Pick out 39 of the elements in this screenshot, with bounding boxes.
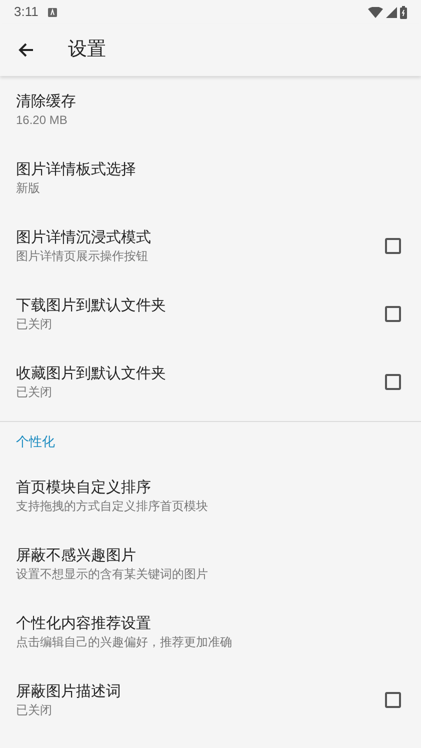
status-time: 3:11 — [14, 3, 38, 22]
settings-item[interactable]: 图片详情板式选择 新版 — [0, 144, 421, 212]
item-title: 下载图片到默认文件夹 — [16, 296, 166, 316]
item-title: 屏蔽不感兴趣图片 — [16, 546, 137, 566]
checkbox[interactable] — [385, 374, 401, 390]
signal-icon — [386, 6, 397, 18]
notification-icon — [48, 8, 58, 16]
item-summary: 已关闭 — [16, 384, 53, 400]
item-title: 清除缓存 — [16, 92, 76, 112]
item-title: 个性化内容推荐设置 — [16, 614, 152, 634]
settings-item[interactable]: 图片详情沉浸式模式 图片详情页展示操作按钮 — [0, 212, 421, 280]
item-summary: 图片详情页展示操作按钮 — [16, 248, 149, 264]
item-summary: 支持拖拽的方式自定义排序首页模块 — [16, 498, 208, 514]
item-summary: 点击编辑自己的兴趣偏好，推荐更加准确 — [16, 634, 232, 650]
settings-item[interactable]: 屏蔽不感兴趣图片 设置不想显示的含有某关键词的图片 — [0, 530, 421, 598]
back-arrow-icon — [18, 42, 34, 58]
section-header: 个性化 — [16, 433, 55, 452]
settings-item[interactable]: 个性化内容推荐设置 点击编辑自己的兴趣偏好，推荐更加准确 — [0, 598, 421, 666]
item-title: 图片详情板式选择 — [16, 160, 136, 180]
settings-item[interactable]: 屏蔽图片描述词 已关闭 — [0, 666, 421, 734]
settings-item[interactable]: 下载图片到默认文件夹 已关闭 — [0, 280, 421, 348]
item-title: 收藏图片到默认文件夹 — [16, 364, 166, 384]
settings-item[interactable]: 清除缓存 16.20 MB — [0, 76, 421, 144]
item-title: 屏蔽图片描述词 — [16, 682, 121, 702]
settings-item[interactable]: 收藏图片到默认文件夹 已关闭 — [0, 348, 421, 416]
battery-icon — [400, 6, 407, 18]
item-summary: 16.20 MB — [16, 112, 68, 128]
checkbox[interactable] — [385, 692, 401, 708]
item-summary: 已关闭 — [16, 702, 53, 718]
screen-title: 设置 — [68, 38, 106, 62]
item-title: 图片详情沉浸式模式 — [16, 228, 151, 248]
settings-item[interactable]: 首页模块自定义排序 支持拖拽的方式自定义排序首页模块 — [0, 462, 421, 530]
item-summary: 新版 — [16, 180, 41, 196]
item-summary: 已关闭 — [16, 316, 53, 332]
checkbox[interactable] — [385, 238, 401, 254]
item-summary: 设置不想显示的含有某关键词的图片 — [16, 566, 208, 582]
item-title: 首页模块自定义排序 — [16, 478, 152, 498]
checkbox[interactable] — [385, 306, 401, 322]
wifi-icon — [368, 6, 383, 18]
